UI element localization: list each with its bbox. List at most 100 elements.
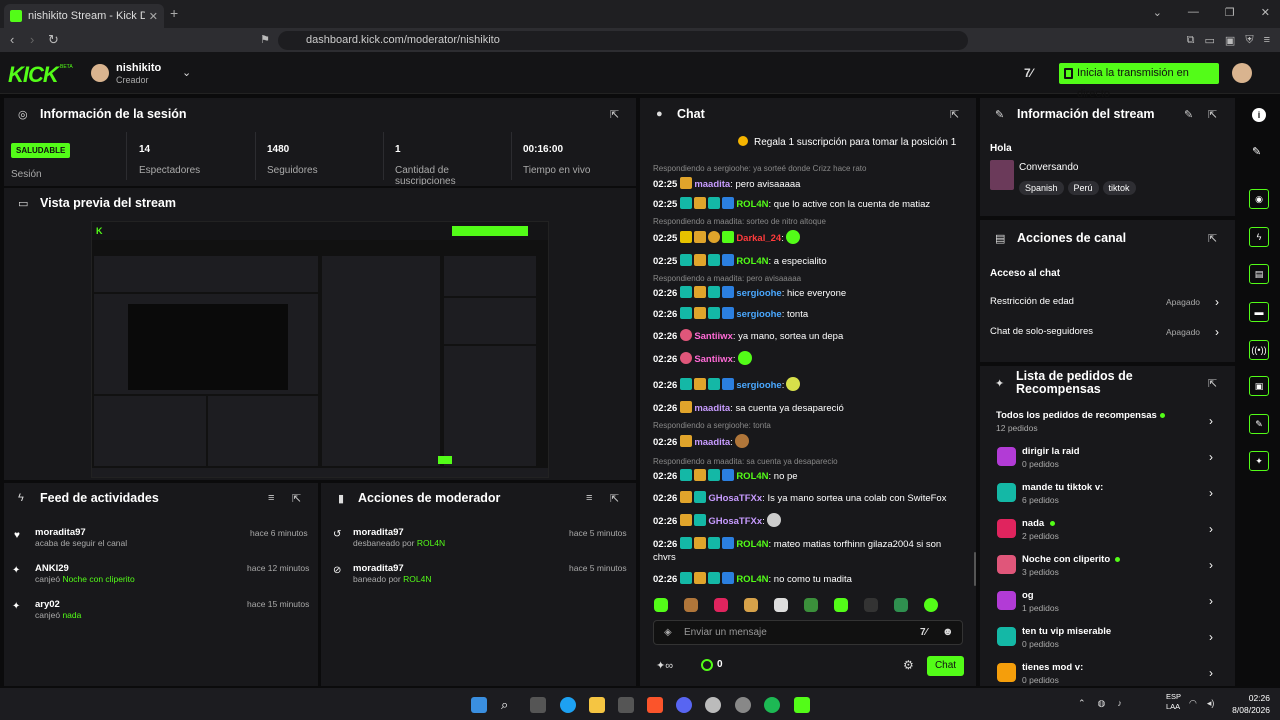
brave-icon[interactable] [647,697,663,713]
pinned-banner[interactable]: Regala 1 suscripción para tomar la posic… [738,136,956,148]
chat-input[interactable]: Enviar un mensaje [653,620,963,645]
chat-scrollbar[interactable] [974,552,976,586]
chevron-down-icon[interactable]: ⌄ [182,66,191,79]
maximize-icon[interactable]: ❐ [1225,6,1235,19]
edit-icon[interactable]: ✎ [1184,108,1193,121]
pencil-icon[interactable]: ✎ [1252,145,1261,158]
sidebar-icon[interactable]: ▭ [1205,34,1215,47]
mic-icon[interactable]: ♪ [1117,698,1122,709]
search-icon[interactable]: ⌕ [501,697,517,713]
kick-logo[interactable]: KICK [8,62,59,88]
filter-icon[interactable]: ≡ [586,492,592,504]
github-icon[interactable] [735,697,751,713]
camera-icon[interactable]: ◉ [1249,189,1269,209]
start-stream-button[interactable]: Inicia la transmisión en directo [1059,63,1219,100]
chevron-right-icon[interactable]: › [1215,325,1219,339]
vpn-icon[interactable]: ⛨ [1245,34,1253,47]
back-icon[interactable]: ‹ [10,32,14,47]
spotify-icon[interactable] [764,697,780,713]
reward-name[interactable]: mande tu tiktok v: [1022,482,1103,493]
emote-icon[interactable] [714,598,728,612]
emote-icon[interactable] [894,598,908,612]
send-chat-button[interactable]: Chat [927,656,964,676]
store-icon[interactable] [618,697,634,713]
reload-icon[interactable]: ↻ [48,32,59,48]
wallet-icon[interactable]: ▣ [1225,34,1235,47]
kick-k-icon[interactable]: 7⁄ [1024,66,1033,80]
clock[interactable]: 02:26 8/08/2026 [1232,692,1270,716]
tv-icon[interactable]: ▣ [1249,376,1269,396]
volume-icon[interactable]: ◂) [1207,698,1215,709]
reward-icon[interactable]: ✦ [1249,451,1269,471]
extensions-icon[interactable]: ⧉ [1187,34,1195,47]
user-avatar[interactable] [1232,63,1252,83]
emote-icon[interactable] [804,598,818,612]
chevron-right-icon[interactable]: › [1209,414,1213,428]
expand-icon[interactable]: ⇱ [610,492,619,505]
followers-only-value[interactable]: Apagado [1166,327,1200,337]
wrench-icon[interactable]: ✎ [1249,414,1269,434]
age-restriction-value[interactable]: Apagado [1166,297,1200,307]
close-tab-icon[interactable]: ✕ [149,10,158,23]
menu-icon[interactable]: ≡ [1264,34,1270,47]
emote-icon[interactable] [654,598,668,612]
expand-icon[interactable]: ⇱ [292,492,301,505]
language-indicator[interactable]: ESP LAA [1166,692,1181,712]
broadcast-icon[interactable]: ((•)) [1249,340,1269,360]
kick-app-icon[interactable] [794,697,810,713]
close-window-icon[interactable]: ✕ [1261,6,1270,19]
kick-emote-icon[interactable]: 7⁄ [920,627,927,638]
new-tab-icon[interactable]: + [170,5,178,21]
taskview-icon[interactable] [530,697,546,713]
emote-icon[interactable] [834,598,848,612]
reward-name[interactable]: og [1022,590,1034,601]
browser-tab[interactable]: nishikito Stream - Kick Dashb ✕ [4,4,164,28]
lightning-icon[interactable]: ϟ [1249,227,1269,247]
minimize-icon[interactable]: — [1188,6,1199,19]
app-icon[interactable] [705,697,721,713]
start-icon[interactable] [471,697,487,713]
reward-name[interactable]: nada [1022,518,1044,529]
emote-icon[interactable] [744,598,758,612]
reward-name[interactable]: Noche con cliperito [1022,554,1110,565]
discord-tray-icon[interactable]: ◍ [1098,698,1106,709]
chevron-right-icon[interactable]: › [1209,666,1213,680]
filter-icon[interactable]: ≡ [268,492,274,504]
wifi-icon[interactable]: ◠ [1189,698,1197,709]
gear-icon[interactable]: ⚙ [903,658,914,672]
chevron-right-icon[interactable]: › [1209,486,1213,500]
chevron-right-icon[interactable]: › [1209,450,1213,464]
expand-icon[interactable]: ⇱ [610,108,619,121]
link-icon[interactable]: ✦∞ [656,659,673,672]
emote-icon[interactable] [924,598,938,612]
emoji-icon[interactable]: ☻ [942,626,954,638]
reward-name[interactable]: ten tu vip miserable [1022,626,1111,637]
chevron-right-icon[interactable]: › [1209,522,1213,536]
all-rewards-label[interactable]: Todos los pedidos de recompensas [996,410,1157,421]
chevron-right-icon[interactable]: › [1209,630,1213,644]
chevron-right-icon[interactable]: › [1215,295,1219,309]
dropdown-icon[interactable]: ⌄ [1153,6,1162,19]
emote-icon[interactable] [774,598,788,612]
emote-icon[interactable] [864,598,878,612]
expand-icon[interactable]: ⇱ [1208,377,1217,390]
expand-icon[interactable]: ⇱ [1208,232,1217,245]
chevron-right-icon[interactable]: › [1209,558,1213,572]
emote-icon[interactable] [684,598,698,612]
chevron-up-icon[interactable]: ⌃ [1078,698,1086,709]
expand-icon[interactable]: ⇱ [1208,108,1217,121]
chat-icon[interactable]: ▬ [1249,302,1269,322]
forward-icon[interactable]: › [30,32,34,47]
discord-icon[interactable] [676,697,692,713]
url-field[interactable]: dashboard.kick.com/moderator/nishikito [278,31,968,50]
edge-icon[interactable] [560,697,576,713]
reward-name[interactable]: dirigir la raid [1022,446,1080,457]
stream-preview-video[interactable]: K [91,221,549,478]
avatar[interactable] [91,64,109,82]
bookmark-icon[interactable]: ⚑ [260,33,270,46]
folder-icon[interactable] [589,697,605,713]
chevron-right-icon[interactable]: › [1209,594,1213,608]
info-icon[interactable]: i [1252,108,1266,122]
document-icon[interactable]: ▤ [1249,264,1269,284]
expand-icon[interactable]: ⇱ [950,108,959,121]
